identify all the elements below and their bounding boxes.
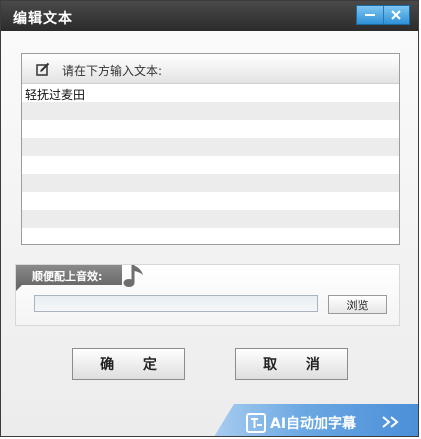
edit-text-dialog: 编辑文本 请在下方输入文本: 轻抚过麦田 顺便配上音效: 浏览 确 定 取 消 … bbox=[0, 0, 419, 437]
editor-text[interactable]: 轻抚过麦田 bbox=[25, 86, 85, 103]
title-bar[interactable]: 编辑文本 bbox=[1, 1, 418, 31]
window-title: 编辑文本 bbox=[13, 11, 73, 27]
double-chevron-right-icon bbox=[382, 416, 399, 428]
sound-effect-section: 顺便配上音效: 浏览 bbox=[15, 264, 400, 326]
ai-subtitle-label: AI自动加字幕 bbox=[270, 416, 357, 432]
music-note-icon bbox=[123, 265, 143, 287]
browse-button[interactable]: 浏览 bbox=[328, 295, 387, 314]
subtitle-icon bbox=[246, 413, 266, 433]
sound-effect-tab: 顺便配上音效: bbox=[16, 265, 122, 291]
editor-prompt: 请在下方输入文本: bbox=[62, 64, 163, 78]
minimize-button[interactable] bbox=[357, 6, 383, 24]
dialog-body: 请在下方输入文本: 轻抚过麦田 顺便配上音效: 浏览 确 定 取 消 AI自动加… bbox=[1, 31, 418, 436]
window-controls bbox=[356, 5, 410, 25]
editor-header: 请在下方输入文本: bbox=[22, 54, 399, 84]
tab-tail bbox=[16, 285, 22, 291]
sound-effect-label: 顺便配上音效: bbox=[32, 270, 103, 283]
close-icon bbox=[391, 10, 401, 20]
minimize-icon bbox=[364, 14, 375, 16]
text-input-area[interactable]: 轻抚过麦田 bbox=[22, 84, 399, 244]
text-editor-panel: 请在下方输入文本: 轻抚过麦田 bbox=[21, 53, 400, 245]
sound-file-path-input[interactable] bbox=[34, 295, 318, 312]
ok-button[interactable]: 确 定 bbox=[72, 348, 185, 380]
close-button[interactable] bbox=[382, 6, 410, 24]
ai-subtitle-button[interactable]: AI自动加字幕 bbox=[212, 404, 418, 436]
edit-icon bbox=[36, 62, 50, 76]
cancel-button[interactable]: 取 消 bbox=[235, 348, 348, 380]
